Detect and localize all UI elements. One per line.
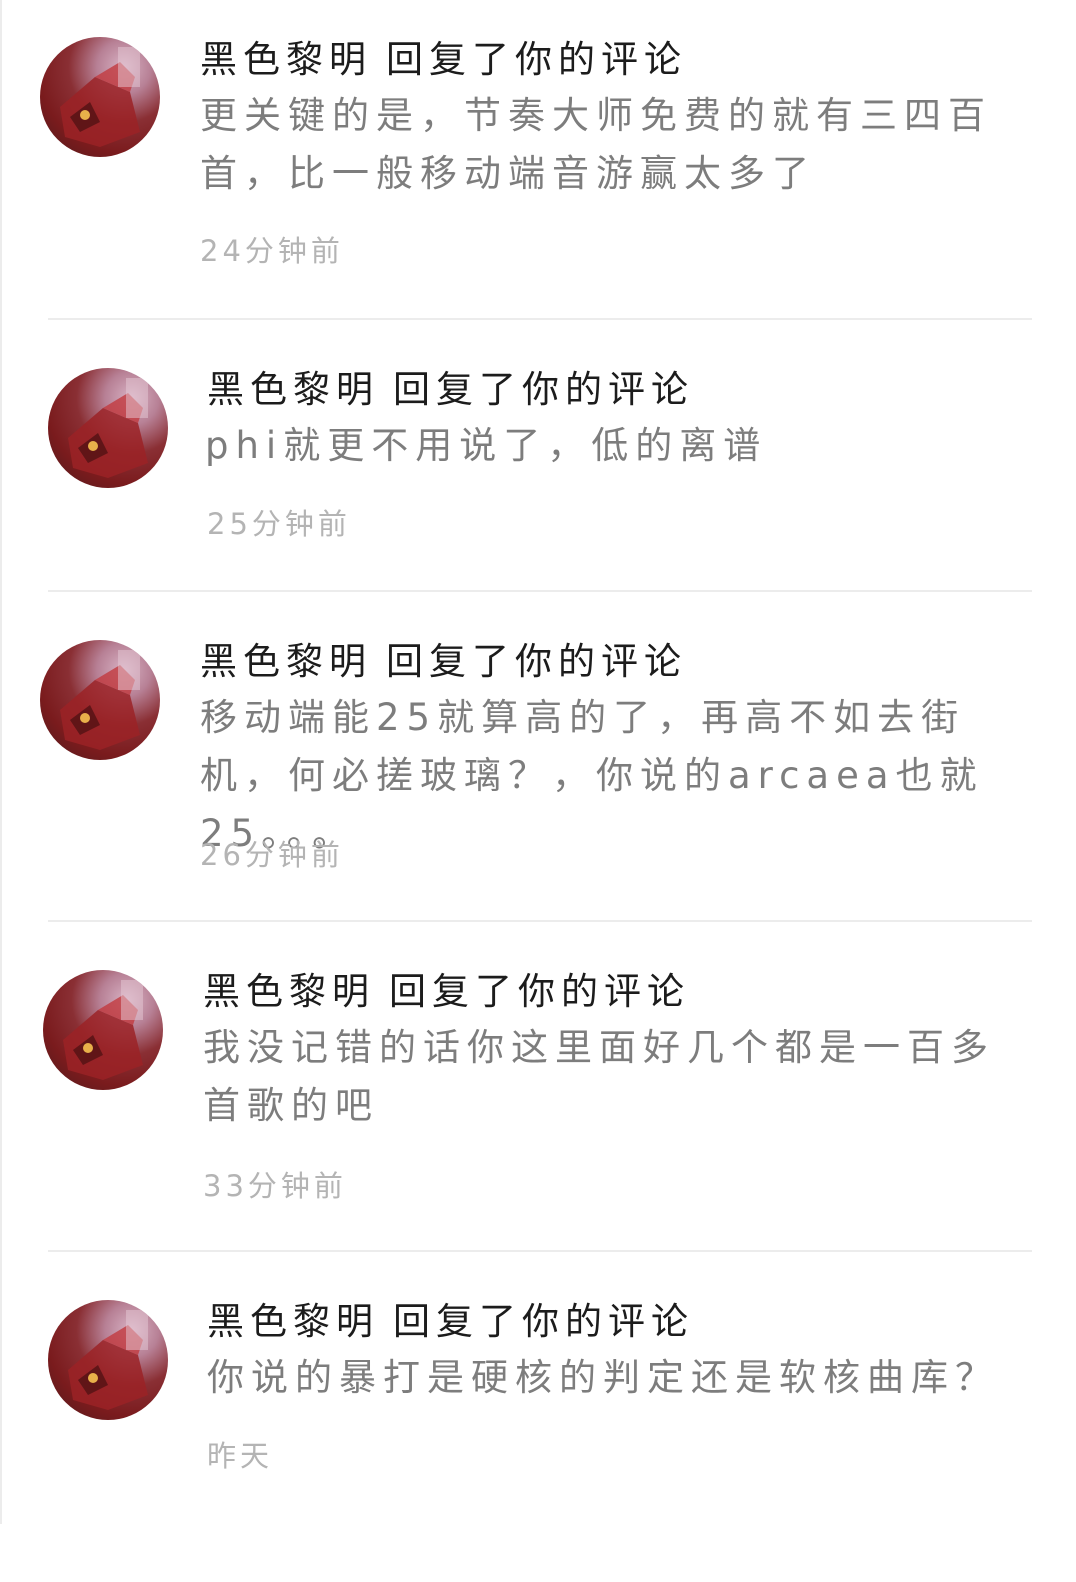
reply-text: phi就更不用说了，低的离谱 [205, 424, 768, 467]
action-text: 回复了你的评论 [386, 38, 687, 81]
timestamp: 25分钟前 [207, 507, 351, 541]
avatar-art-icon [60, 650, 140, 750]
notification-title: 黑色黎明 回复了你的评论 [203, 970, 690, 1014]
username[interactable]: 黑色黎明 [207, 1300, 379, 1343]
notification-title: 黑色黎明 回复了你的评论 [207, 1300, 694, 1344]
user-avatar[interactable] [43, 970, 163, 1090]
action-text: 回复了你的评论 [386, 640, 687, 683]
timestamp: 24分钟前 [200, 234, 344, 268]
timestamp: 26分钟前 [200, 838, 344, 872]
notification-item[interactable]: 黑色黎明 回复了你的评论 移动端能25就算高的了，再高不如去街机，何必搓玻璃？，你… [0, 592, 1076, 922]
avatar-art-icon [60, 47, 140, 147]
username[interactable]: 黑色黎明 [200, 38, 372, 81]
user-avatar[interactable] [40, 37, 160, 157]
notification-item[interactable]: 黑色黎明 回复了你的评论 你说的暴打是硬核的判定还是软核曲库？ 昨天 [0, 1252, 1076, 1582]
reply-text: 更关键的是，节奏大师免费的就有三四百首，比一般移动端音游赢太多了 [200, 94, 992, 195]
reply-text: 我没记错的话你这里面好几个都是一百多首歌的吧 [203, 1026, 995, 1127]
notification-item[interactable]: 黑色黎明 回复了你的评论 更关键的是，节奏大师免费的就有三四百首，比一般移动端音游… [0, 0, 1076, 330]
action-text: 回复了你的评论 [393, 368, 694, 411]
user-avatar[interactable] [48, 1300, 168, 1420]
user-avatar[interactable] [48, 368, 168, 488]
avatar-art-icon [68, 378, 148, 478]
avatar-art-icon [68, 1310, 148, 1410]
notification-title: 黑色黎明 回复了你的评论 [200, 38, 687, 82]
avatar-art-icon [63, 980, 143, 1080]
username[interactable]: 黑色黎明 [203, 970, 375, 1013]
notification-title: 黑色黎明 回复了你的评论 [207, 368, 694, 412]
notification-item[interactable]: 黑色黎明 回复了你的评论 我没记错的话你这里面好几个都是一百多首歌的吧 33分钟前 [0, 922, 1076, 1252]
action-text: 回复了你的评论 [393, 1300, 694, 1343]
username[interactable]: 黑色黎明 [200, 640, 372, 683]
timestamp: 昨天 [207, 1439, 274, 1473]
action-text: 回复了你的评论 [389, 970, 690, 1013]
user-avatar[interactable] [40, 640, 160, 760]
notification-title: 黑色黎明 回复了你的评论 [200, 640, 687, 684]
timestamp: 33分钟前 [203, 1169, 347, 1203]
username[interactable]: 黑色黎明 [207, 368, 379, 411]
reply-text: 你说的暴打是硬核的判定还是软核曲库？ [207, 1356, 999, 1399]
